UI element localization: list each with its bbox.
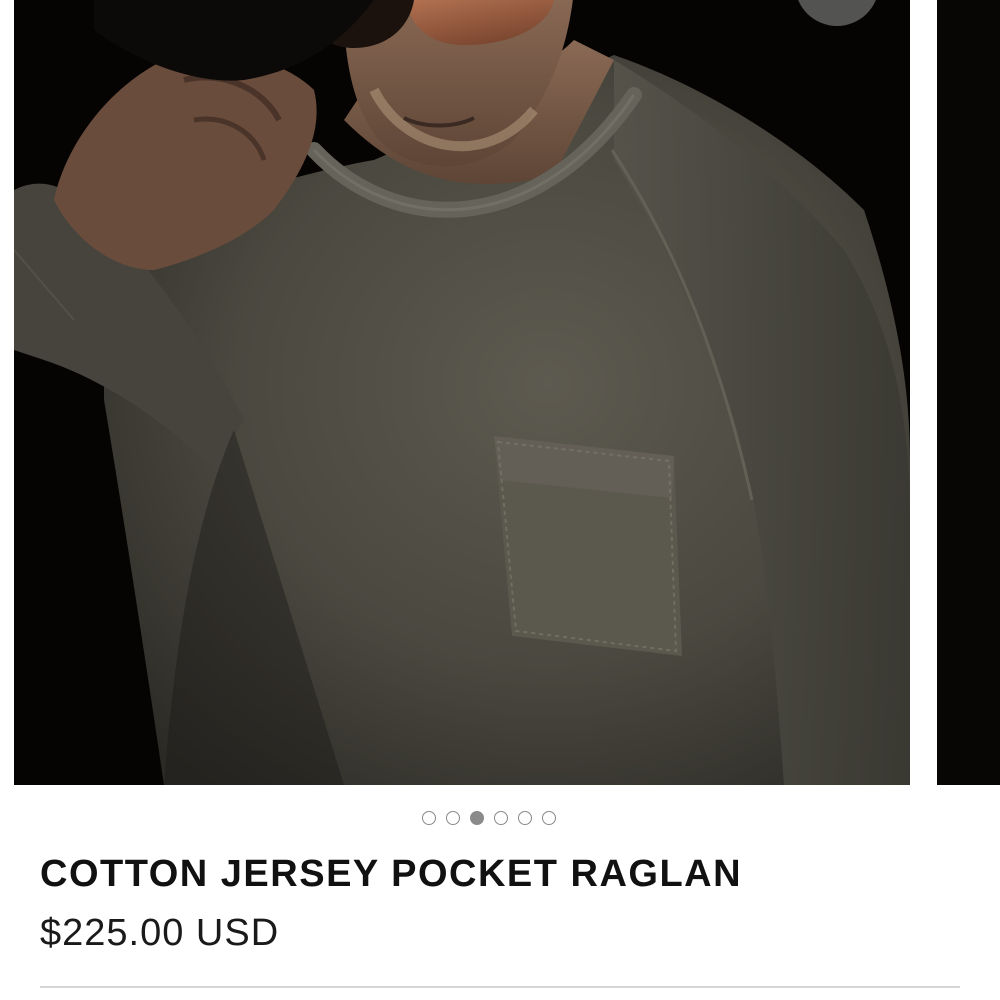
gallery-dot[interactable] (518, 811, 532, 825)
product-price: $225.00 USD (40, 912, 280, 954)
product-photo (14, 0, 910, 785)
gallery-dot[interactable] (422, 811, 436, 825)
gallery-pagination (422, 811, 556, 825)
gallery-dot[interactable] (494, 811, 508, 825)
gallery-dot[interactable] (470, 811, 484, 825)
product-image-next-peek[interactable] (937, 0, 1000, 785)
gallery-dot[interactable] (446, 811, 460, 825)
product-title: COTTON JERSEY POCKET RAGLAN (40, 853, 743, 895)
gallery-dot[interactable] (542, 811, 556, 825)
product-image-gallery[interactable] (0, 0, 1000, 785)
product-image-main[interactable] (14, 0, 910, 785)
divider (40, 986, 960, 988)
